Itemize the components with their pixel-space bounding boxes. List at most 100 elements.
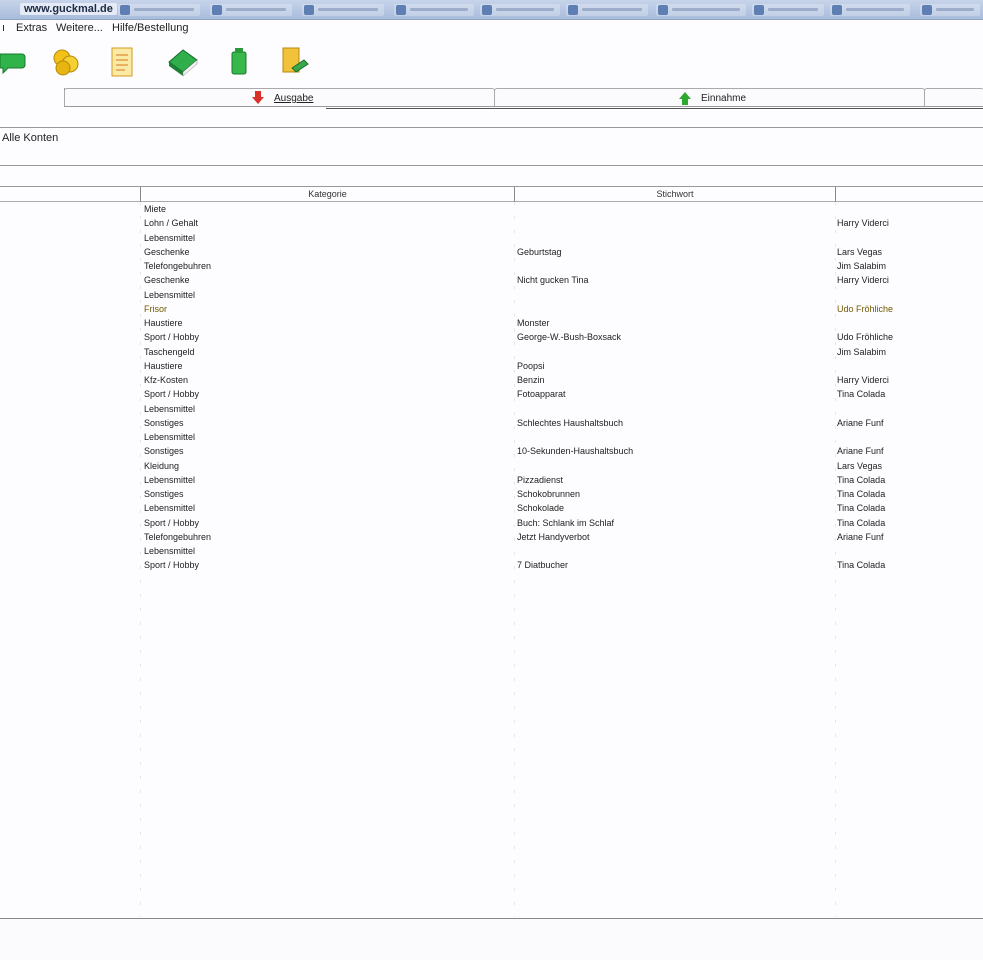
speech-bubble-icon <box>0 53 26 75</box>
speech-bubble-button[interactable] <box>0 42 34 80</box>
app-icon <box>396 5 406 15</box>
cell-kategorie: Sport / Hobby <box>144 560 200 571</box>
cell-stichwort: Jetzt Handyverbot <box>517 531 590 542</box>
table-row[interactable]: Lebensmittel <box>0 402 983 416</box>
cell-person: Ariane Funf <box>837 531 884 542</box>
app-icon <box>212 5 222 15</box>
cell-stichwort: Schokolade <box>517 503 565 514</box>
cell-kategorie: Sonstiges <box>144 417 184 428</box>
toolbar <box>0 42 983 109</box>
table-row[interactable]: Kfz-Kosten Benzin Harry Viderci <box>0 373 983 387</box>
taskbar-button-1[interactable] <box>118 4 200 16</box>
window-title: www.guckmal.de <box>20 3 117 15</box>
app-icon <box>120 5 130 15</box>
folder-edit-button[interactable] <box>278 42 312 80</box>
taskbar-button-4[interactable] <box>394 4 474 16</box>
cell-kategorie: Sport / Hobby <box>144 517 200 528</box>
cell-person: Ariane Funf <box>837 446 884 457</box>
cell-person: Harry Viderci <box>837 218 889 229</box>
taskbar-button-2[interactable] <box>210 4 292 16</box>
column-header-stichwort[interactable]: Stichwort <box>514 187 835 202</box>
menu-item-extras[interactable]: Extras <box>16 22 47 34</box>
coins-button[interactable] <box>50 42 84 80</box>
cell-person: Tina Colada <box>837 503 886 514</box>
table-row[interactable]: Sport / Hobby George-W.-Bush-Boxsack Udo F… <box>0 330 983 344</box>
cell-kategorie: Lebensmittel <box>144 432 196 442</box>
cell-stichwort: Schlechtes Haushaltsbuch <box>517 417 624 428</box>
taskbar-button-8[interactable] <box>752 4 824 16</box>
cell-stichwort: Benzin <box>517 375 545 385</box>
menu-item-hilfe[interactable]: Hilfe/Bestellung <box>112 22 188 34</box>
tab-baseline <box>64 106 983 107</box>
tab-strip: Ausgabe Einnahme <box>0 88 983 108</box>
table-row[interactable]: Haustiere Poopsi <box>0 359 983 373</box>
notepad-button[interactable] <box>106 42 140 80</box>
cell-stichwort: Buch: Schlank im Schlaf <box>517 517 615 528</box>
taskbar-button-6[interactable] <box>566 4 648 16</box>
cell-person: Udo Fröhliche <box>837 332 894 343</box>
table-row[interactable]: Geschenke Nicht gucken Tina Harry Viderci <box>0 273 983 287</box>
table-row[interactable]: Sport / Hobby Fotoapparat Tina Colada <box>0 387 983 401</box>
column-header-blank[interactable] <box>0 187 140 202</box>
cell-kategorie: Telefongebuhren <box>144 261 212 271</box>
bag-button[interactable] <box>222 42 256 80</box>
separator <box>0 127 983 128</box>
green-book-icon <box>168 49 198 77</box>
tab-einnahme[interactable]: Einnahme <box>494 88 925 106</box>
table-row[interactable]: Sonstiges Schlechtes Haushaltsbuch Ariane … <box>0 416 983 430</box>
column-header-kategorie[interactable]: Kategorie <box>140 187 514 202</box>
table-row[interactable]: Telefongebuhren Jim Salabim <box>0 259 983 273</box>
cell-person: Tina Colada <box>837 474 886 485</box>
tab-more[interactable] <box>924 88 983 106</box>
table-row[interactable]: Kleidung Lars Vegas <box>0 459 983 473</box>
cell-person: Harry Viderci <box>837 275 889 286</box>
cell-person: Lars Vegas <box>837 246 883 257</box>
cell-person: Tina Colada <box>837 489 886 499</box>
app-icon <box>658 5 668 15</box>
table-row[interactable]: Lebensmittel Schokolade Tina Colada <box>0 501 983 515</box>
tab-active-edge <box>0 88 65 107</box>
cell-kategorie: Haustiere <box>144 360 183 371</box>
taskbar-button-5[interactable] <box>480 4 560 16</box>
cell-kategorie: Telefongebuhren <box>144 531 212 542</box>
table-row[interactable]: Sport / Hobby Buch: Schlank im Schlaf Tina… <box>0 516 983 530</box>
taskbar-button-10[interactable] <box>920 4 980 16</box>
cell-kategorie: Lohn / Gehalt <box>144 218 199 229</box>
cell-stichwort: Nicht gucken Tina <box>517 275 589 286</box>
folder-pen-icon <box>282 47 309 73</box>
menu-item-edge[interactable]: ı <box>2 22 5 34</box>
table-row[interactable]: Lebensmittel <box>0 544 983 558</box>
table-row[interactable]: Lebensmittel Pizzadienst Tina Colada <box>0 473 983 487</box>
menu-item-weitere[interactable]: Weitere... <box>56 22 103 34</box>
cell-stichwort: Pizzadienst <box>517 474 564 485</box>
app-icon <box>832 5 842 15</box>
book-button[interactable] <box>166 42 200 80</box>
table-row[interactable]: Miete <box>0 202 983 216</box>
menu-bar: ı Extras Weitere... Hilfe/Bestellung <box>0 20 983 37</box>
table-row[interactable]: Lebensmittel <box>0 231 983 245</box>
table-row[interactable]: Lebensmittel <box>0 430 983 444</box>
table-row[interactable]: Frisor Udo Fröhliche <box>0 302 983 316</box>
column-header-person[interactable] <box>835 187 983 202</box>
cell-kategorie: Kleidung <box>144 460 180 471</box>
taskbar-button-3[interactable] <box>302 4 384 16</box>
table-row[interactable]: Lohn / Gehalt Harry Viderci <box>0 216 983 230</box>
cell-kategorie: Lebensmittel <box>144 403 196 414</box>
coins-icon <box>53 49 79 76</box>
table-row[interactable]: Sport / Hobby 7 Diatbucher Tina Colada <box>0 558 983 572</box>
cell-kategorie: Miete <box>144 204 167 214</box>
taskbar-button-7[interactable] <box>656 4 746 16</box>
green-arrow-up-icon <box>679 92 691 105</box>
table-row[interactable]: Haustiere Monster <box>0 316 983 330</box>
cell-person: Tina Colada <box>837 517 886 528</box>
tab-ausgabe[interactable]: Ausgabe <box>64 88 495 106</box>
table-row[interactable]: Sonstiges Schokobrunnen Tina Colada <box>0 487 983 501</box>
table-row[interactable]: Geschenke Geburtstag Lars Vegas <box>0 245 983 259</box>
cell-person: Harry Viderci <box>837 375 889 385</box>
table-row[interactable]: Telefongebuhren Jetzt Handyverbot Ariane F… <box>0 530 983 544</box>
taskbar-button-9[interactable] <box>830 4 910 16</box>
table-row[interactable]: Taschengeld Jim Salabim <box>0 345 983 359</box>
cell-kategorie: Frisor <box>144 303 167 314</box>
table-row[interactable]: Sonstiges 10-Sekunden-Haushaltsbuch Ariane… <box>0 444 983 458</box>
table-row[interactable]: Lebensmittel <box>0 288 983 302</box>
